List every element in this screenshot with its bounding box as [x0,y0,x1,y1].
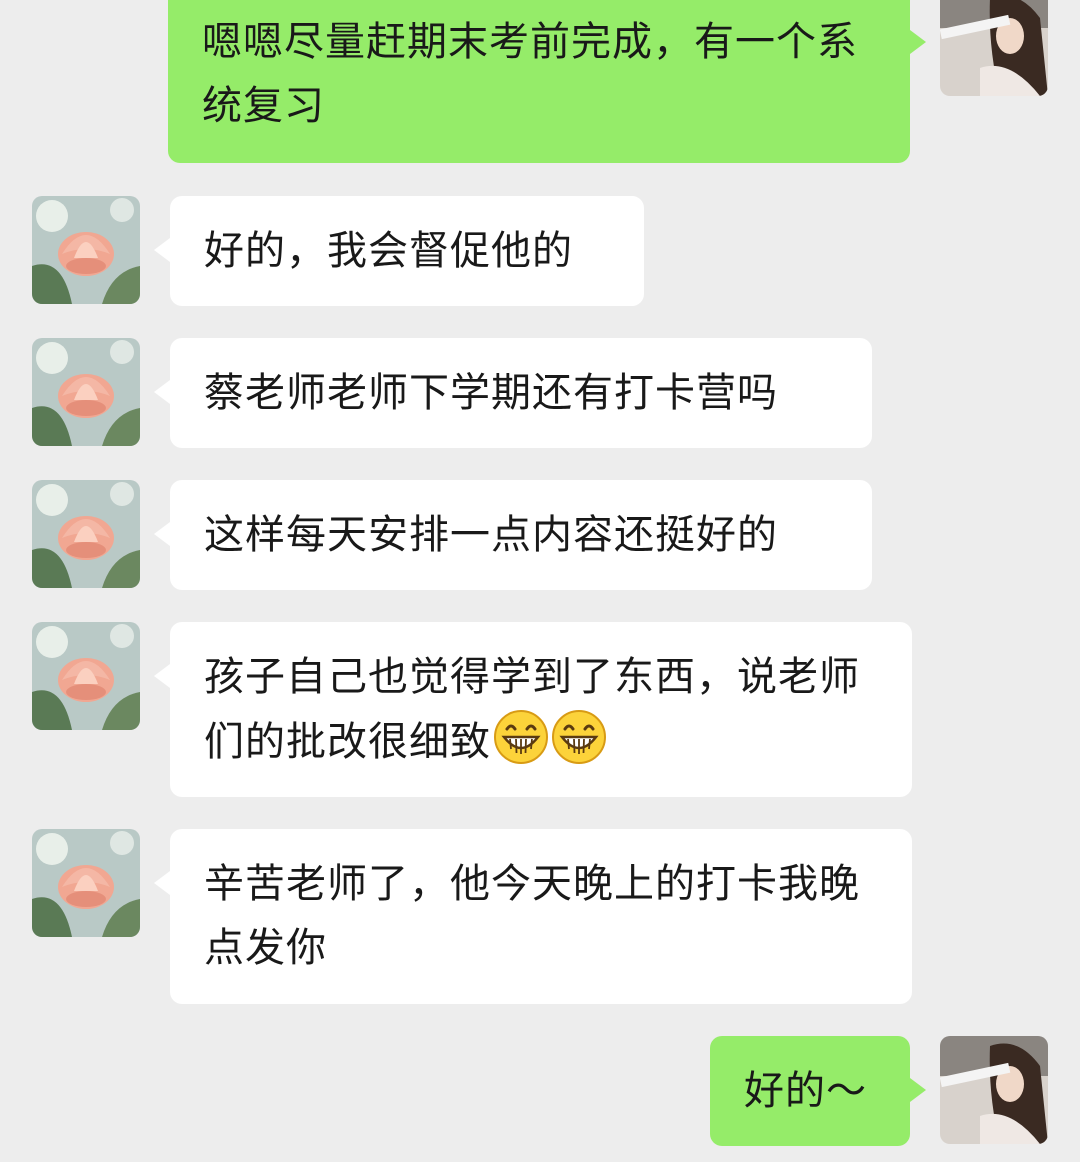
chat-message-list[interactable]: 嗯嗯尽量赶期末考前完成，有一个系统复习 好的，我会督促他的 蔡老师老师下学期还有… [0,0,1080,1162]
contact-avatar[interactable] [32,338,140,446]
lotus-avatar-icon [32,829,140,937]
message-text: 嗯嗯尽量赶期末考前完成，有一个系统复习 [202,19,858,129]
lotus-avatar-icon [32,480,140,588]
lotus-avatar-icon [32,338,140,446]
contact-avatar[interactable] [32,622,140,730]
grinning-face-icon [494,710,548,764]
message-bubble-self[interactable]: 嗯嗯尽量赶期末考前完成，有一个系统复习 [168,0,926,163]
message-bubble-other[interactable]: 辛苦老师了，他今天晚上的打卡我晚点发你 [154,829,912,1004]
self-avatar-icon [940,0,1048,96]
lotus-avatar-icon [32,622,140,730]
message-bubble-other[interactable]: 孩子自己也觉得学到了东西，说老师们的批改很细致 [154,622,912,797]
contact-avatar[interactable] [32,829,140,937]
lotus-avatar-icon [32,196,140,304]
contact-avatar[interactable] [32,480,140,588]
message-bubble-other[interactable]: 蔡老师老师下学期还有打卡营吗 [154,338,872,448]
message-bubble-self[interactable]: 好的～ [710,1036,926,1146]
self-avatar[interactable] [940,0,1048,96]
message-bubble-other[interactable]: 好的，我会督促他的 [154,196,644,306]
message-text: 孩子自己也觉得学到了东西，说老师们的批改很细致 [204,645,878,774]
self-avatar[interactable] [940,1036,1048,1144]
message-bubble-other[interactable]: 这样每天安排一点内容还挺好的 [154,480,872,590]
message-text: 这样每天安排一点内容还挺好的 [204,512,778,558]
message-text: 蔡老师老师下学期还有打卡营吗 [204,370,778,416]
grinning-face-icon [552,710,606,764]
message-text: 辛苦老师了，他今天晚上的打卡我晚点发你 [204,861,860,971]
self-avatar-icon [940,1036,1048,1144]
contact-avatar[interactable] [32,196,140,304]
message-text: 好的～ [744,1068,867,1114]
message-text: 好的，我会督促他的 [204,228,573,274]
